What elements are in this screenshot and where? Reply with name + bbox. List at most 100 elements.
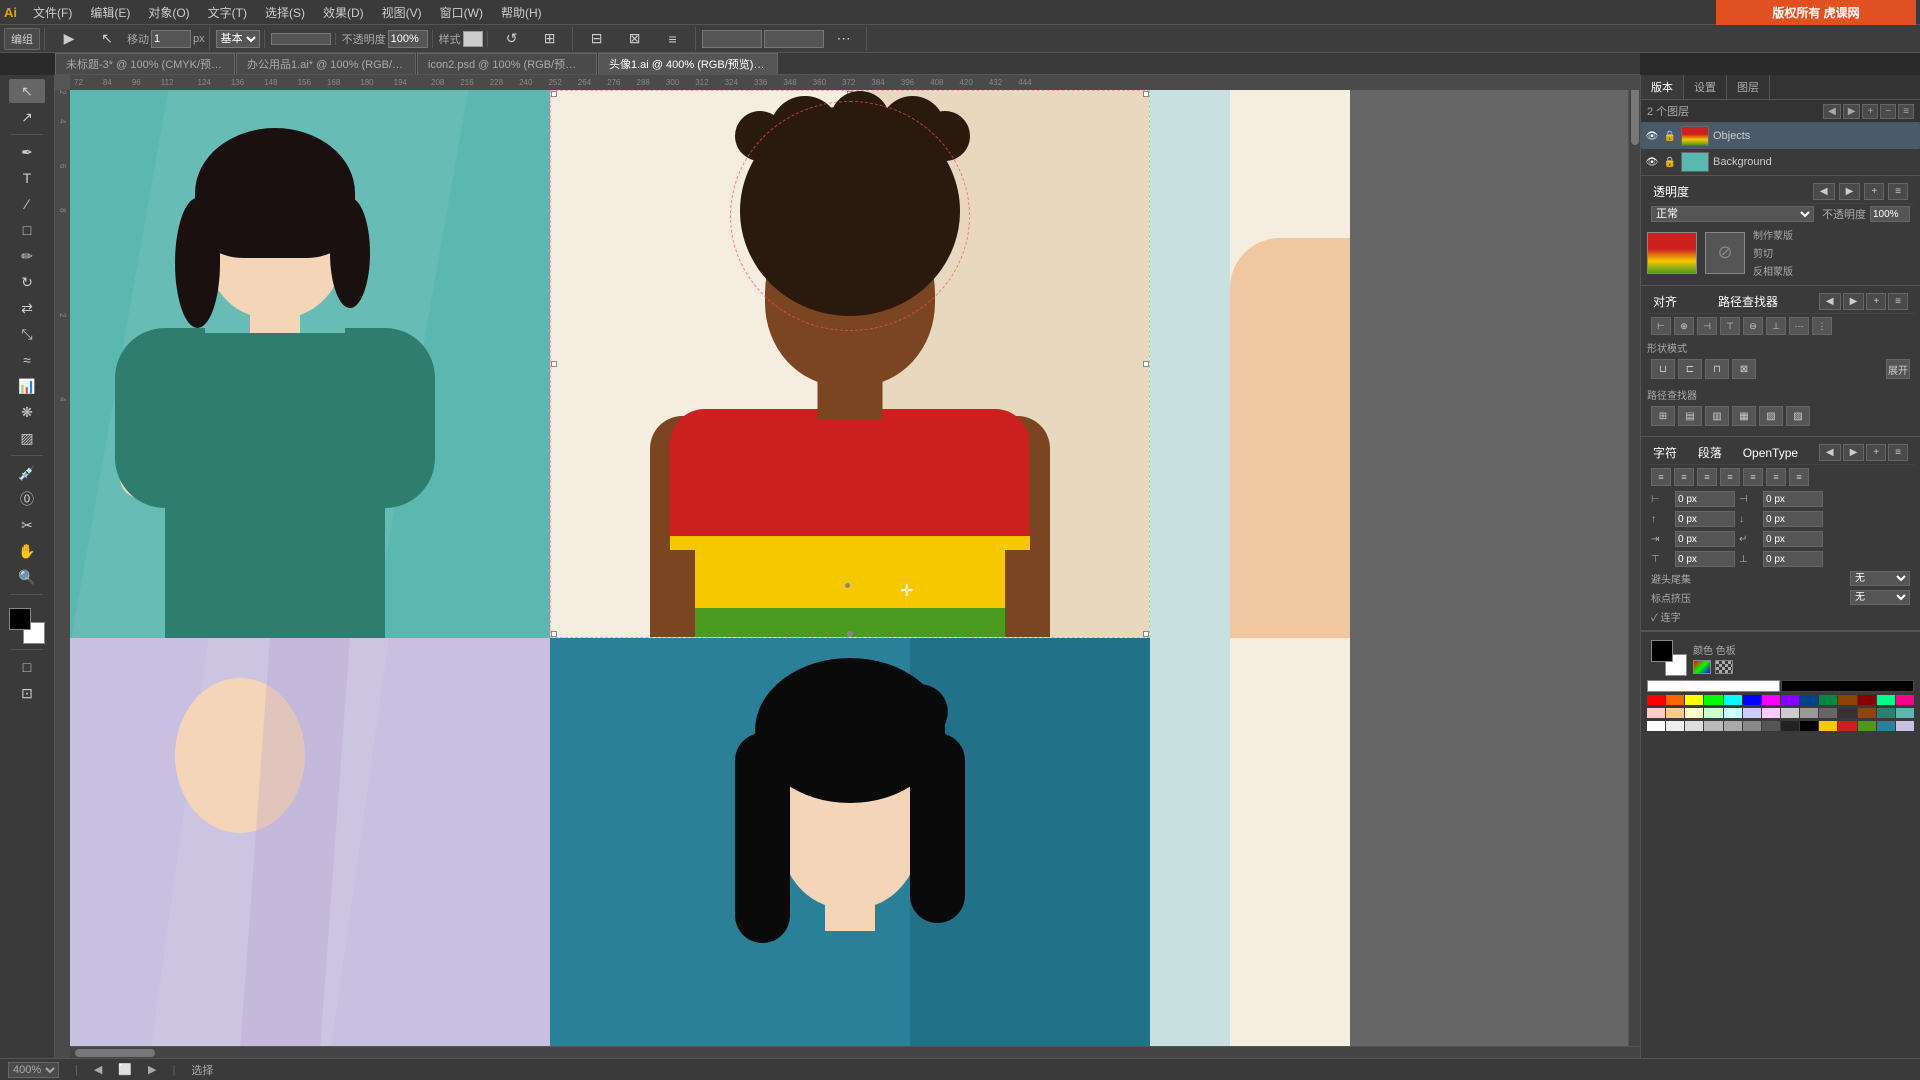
transparency-nav1[interactable]: ◀: [1813, 183, 1835, 200]
direct-select-icon[interactable]: ↖: [89, 27, 125, 51]
menu-help[interactable]: 帮助(H): [493, 2, 550, 23]
pf-expand[interactable]: 展开: [1886, 359, 1910, 379]
swatch-yellow[interactable]: [1685, 695, 1703, 705]
pf-intersect[interactable]: ⊓: [1705, 359, 1729, 379]
swatch-gray-mid[interactable]: [1800, 708, 1818, 718]
vertical-scrollbar[interactable]: [1628, 75, 1640, 1046]
type-tool[interactable]: T: [9, 166, 45, 190]
para-center-btn[interactable]: ≡: [1674, 468, 1694, 486]
swatch-teal-dark[interactable]: [1877, 708, 1895, 718]
graph-tool[interactable]: 📊: [9, 374, 45, 398]
tab-2[interactable]: icon2.psd @ 100% (RGB/预览) ✕: [417, 53, 597, 74]
color-picker-container[interactable]: [1651, 640, 1687, 676]
swatch-mint[interactable]: [1877, 695, 1895, 705]
rp-tab-layers[interactable]: 图层: [1727, 75, 1770, 99]
para-right-btn[interactable]: ≡: [1697, 468, 1717, 486]
swatch-darkred[interactable]: [1858, 695, 1876, 705]
swatch-teal-light[interactable]: [1896, 708, 1914, 718]
swatch-orange[interactable]: [1666, 695, 1684, 705]
line-tool[interactable]: ∕: [9, 192, 45, 216]
color-gradient-icon[interactable]: [1693, 660, 1711, 674]
swatch-forest[interactable]: [1819, 695, 1837, 705]
swatch-sky[interactable]: [1724, 708, 1742, 718]
scroll-thumb-vertical[interactable]: [1631, 85, 1639, 145]
swatch-pure-black[interactable]: [1800, 721, 1818, 731]
swatch-cream[interactable]: [1685, 708, 1703, 718]
pf-merge[interactable]: ▥: [1705, 406, 1729, 426]
transform-icon[interactable]: ⊞: [532, 27, 568, 51]
last-input[interactable]: [1763, 531, 1823, 547]
kerning-select[interactable]: 无: [1850, 590, 1910, 605]
swatch-cyan[interactable]: [1724, 695, 1742, 705]
swatch-violet[interactable]: [1781, 695, 1799, 705]
swatch-black[interactable]: [1781, 680, 1914, 692]
para-left-btn[interactable]: ≡: [1651, 468, 1671, 486]
horizontal-scrollbar[interactable]: [55, 1046, 1640, 1058]
refresh-icon[interactable]: ↺: [494, 27, 530, 51]
pen-tool[interactable]: ✒: [9, 140, 45, 164]
para-justify-btn[interactable]: ≡: [1720, 468, 1740, 486]
align-center-v-btn[interactable]: ⊖: [1743, 317, 1763, 335]
direct-selection-tool[interactable]: ↗: [9, 105, 45, 129]
distribute-h-btn[interactable]: ⋯: [1789, 317, 1809, 335]
swatch-silver[interactable]: [1724, 721, 1742, 731]
avatar-curly-center[interactable]: ✛: [550, 90, 1150, 638]
tab-0[interactable]: 未标题-3* @ 100% (CMYK/预览) ✕: [55, 53, 235, 74]
style-select[interactable]: 基本: [216, 30, 260, 48]
align-left-btn[interactable]: ⊢: [1651, 317, 1671, 335]
swatch-brown[interactable]: [1838, 695, 1856, 705]
layers-nav-left[interactable]: ◀: [1823, 104, 1841, 119]
paint-brush-tool[interactable]: ✏: [9, 244, 45, 268]
pf-minus-front[interactable]: ⊏: [1678, 359, 1702, 379]
layer-lock-background[interactable]: 🔒: [1663, 155, 1677, 169]
align-right-icon[interactable]: ⊠: [617, 27, 653, 51]
swatch-green[interactable]: [1704, 695, 1722, 705]
swatch-pink-light[interactable]: [1647, 708, 1665, 718]
swatch-saddle-brown[interactable]: [1858, 708, 1876, 718]
align-nav4[interactable]: ≡: [1888, 293, 1908, 310]
swatch-gray-light[interactable]: [1781, 708, 1799, 718]
align-center-h-btn[interactable]: ⊕: [1674, 317, 1694, 335]
para-force-btn[interactable]: ≡: [1743, 468, 1763, 486]
move-x-input[interactable]: [151, 30, 191, 48]
pf-crop[interactable]: ▦: [1732, 406, 1756, 426]
layer-background[interactable]: 👁 🔒 Background: [1641, 149, 1920, 175]
close-tab-2[interactable]: ✕: [589, 59, 597, 71]
screen-mode[interactable]: ⊡: [9, 681, 45, 705]
swatch-peach[interactable]: [1666, 708, 1684, 718]
selection-tool[interactable]: ↖: [9, 79, 45, 103]
scroll-thumb-horizontal[interactable]: [75, 1049, 155, 1057]
char-nav4[interactable]: ≡: [1888, 444, 1908, 461]
artboard-nav-prev[interactable]: ◀: [94, 1063, 102, 1076]
width-input[interactable]: [702, 30, 762, 48]
fill-mode[interactable]: □: [9, 655, 45, 679]
pf-exclude[interactable]: ⊠: [1732, 359, 1756, 379]
space-before-input[interactable]: [1675, 511, 1735, 527]
rp-tab-version[interactable]: 版本: [1641, 75, 1684, 99]
right-indent-input[interactable]: [1763, 491, 1823, 507]
swatch-medium-gray[interactable]: [1743, 721, 1761, 731]
after-input[interactable]: [1763, 551, 1823, 567]
swatch-gold[interactable]: [1819, 721, 1837, 731]
swatch-near-black[interactable]: [1781, 721, 1799, 731]
group-button[interactable]: 编组: [4, 28, 40, 50]
foreground-color-box[interactable]: [9, 608, 31, 630]
swatch-pure-white[interactable]: [1647, 721, 1665, 731]
layers-menu[interactable]: ≡: [1898, 104, 1914, 119]
swatch-mint-light[interactable]: [1704, 708, 1722, 718]
swatch-white[interactable]: [1647, 680, 1780, 692]
transparency-nav4[interactable]: ≡: [1888, 183, 1908, 200]
pf-trim[interactable]: ▤: [1678, 406, 1702, 426]
warp-tool[interactable]: ≈: [9, 348, 45, 372]
pf-outline[interactable]: ▧: [1759, 406, 1783, 426]
swatch-gray-dark[interactable]: [1819, 708, 1837, 718]
height-input[interactable]: [764, 30, 824, 48]
swatch-rose[interactable]: [1896, 695, 1914, 705]
canvas-content[interactable]: ✛: [70, 90, 1640, 1058]
rect-tool[interactable]: □: [9, 218, 45, 242]
align-top-btn[interactable]: ⊤: [1720, 317, 1740, 335]
scale-tool[interactable]: ⤡: [9, 322, 45, 346]
swatch-pink[interactable]: [1762, 708, 1780, 718]
swatch-lavender[interactable]: [1743, 708, 1761, 718]
align-nav1[interactable]: ◀: [1819, 293, 1841, 310]
